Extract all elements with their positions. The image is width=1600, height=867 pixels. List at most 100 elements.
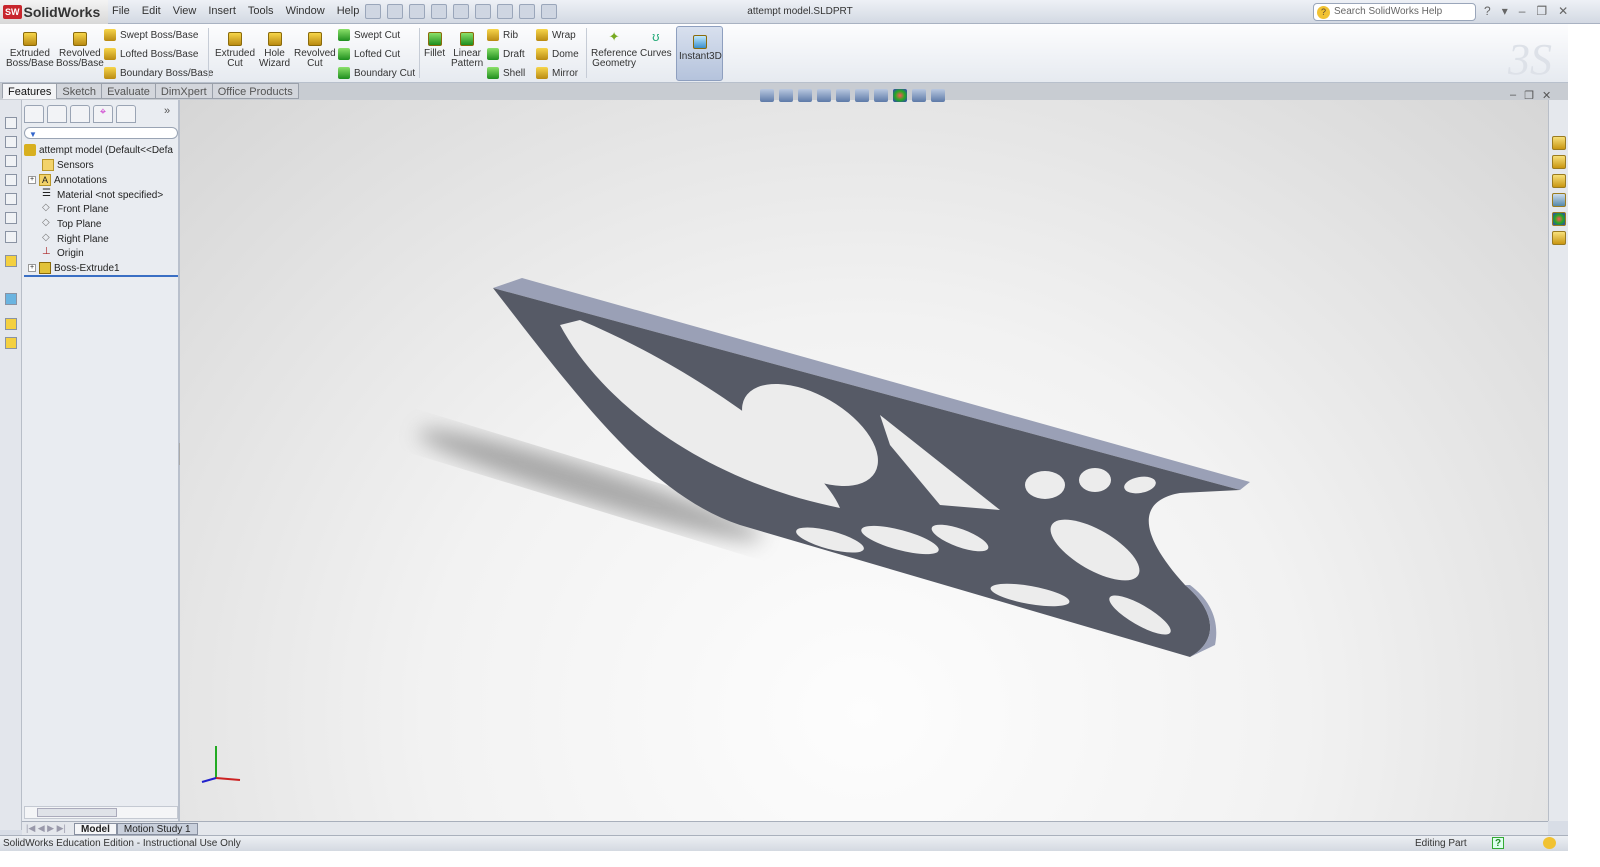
tab-motion-study-1[interactable]: Motion Study 1 <box>116 822 198 835</box>
file-properties-icon[interactable] <box>519 4 535 19</box>
zoom-to-area-icon[interactable] <box>779 89 793 102</box>
help-search-input[interactable]: ? Search SolidWorks Help <box>1313 3 1476 21</box>
display-manager-tab-icon[interactable] <box>116 105 136 123</box>
minimize-button[interactable]: – <box>1519 4 1526 18</box>
boundary-cut-button[interactable]: Boundary Cut <box>338 67 415 79</box>
menu-tools[interactable]: Tools <box>248 5 274 17</box>
boundary-boss-button[interactable]: Boundary Boss/Base <box>104 67 213 79</box>
view-palette-icon[interactable] <box>1552 193 1566 207</box>
view-left-icon[interactable] <box>5 155 17 167</box>
propertymanager-tab-icon[interactable] <box>47 105 67 123</box>
new-document-icon[interactable] <box>365 4 381 19</box>
tree-item-annotations[interactable]: + A Annotations <box>28 173 107 187</box>
close-button[interactable]: ✕ <box>1558 4 1568 18</box>
select-icon[interactable] <box>475 4 491 19</box>
help-dropdown[interactable]: ▾ <box>1502 4 1508 18</box>
revolved-boss-button[interactable]: Revolved Boss/Base <box>56 32 104 69</box>
file-explorer-icon[interactable] <box>1552 174 1566 188</box>
tab-features[interactable]: Features <box>2 83 58 99</box>
options-icon[interactable] <box>541 4 557 19</box>
fillet-button[interactable]: Fillet <box>424 32 445 59</box>
extruded-cut-button[interactable]: Extruded Cut <box>215 32 255 69</box>
print-icon[interactable] <box>431 4 447 19</box>
curves-button[interactable]: ʊ Curves <box>640 30 672 59</box>
viewport-minimize-button[interactable]: – <box>1510 89 1516 102</box>
rebuild-icon[interactable] <box>497 4 513 19</box>
feature-icon[interactable] <box>5 337 17 349</box>
apply-scene-icon[interactable] <box>912 89 926 102</box>
undo-icon[interactable] <box>453 4 469 19</box>
menu-edit[interactable]: Edit <box>142 5 161 17</box>
shell-button[interactable]: Shell <box>487 67 525 79</box>
mirror-button[interactable]: Mirror <box>536 67 578 79</box>
graphics-area[interactable] <box>180 100 1548 821</box>
solidworks-resources-icon[interactable] <box>1552 136 1566 150</box>
wrap-button[interactable]: Wrap <box>536 29 576 41</box>
menu-insert[interactable]: Insert <box>208 5 236 17</box>
swept-cut-button[interactable]: Swept Cut <box>338 29 400 41</box>
zoom-to-fit-icon[interactable] <box>760 89 774 102</box>
expand-icon[interactable]: » <box>164 105 170 123</box>
help-icon[interactable]: ? <box>1492 837 1504 849</box>
appearances-icon[interactable] <box>1552 212 1566 226</box>
menu-window[interactable]: Window <box>286 5 325 17</box>
tree-filter-input[interactable]: ▼ <box>24 127 178 139</box>
tree-item-front-plane[interactable]: ◇ Front Plane <box>42 202 109 216</box>
custom-properties-icon[interactable] <box>1552 231 1566 245</box>
restore-button[interactable]: ❐ <box>1536 4 1547 18</box>
linear-pattern-button[interactable]: Linear Pattern <box>451 32 483 69</box>
edit-appearance-icon[interactable] <box>893 89 907 102</box>
draft-button[interactable]: Draft <box>487 48 525 60</box>
view-back-icon[interactable] <box>5 136 17 148</box>
section-view-icon[interactable] <box>817 89 831 102</box>
configurationmanager-tab-icon[interactable] <box>70 105 90 123</box>
tag-icon[interactable] <box>1543 837 1556 849</box>
instant-icon[interactable] <box>5 293 17 305</box>
view-isometric-icon[interactable] <box>5 231 17 243</box>
design-library-icon[interactable] <box>1552 155 1566 169</box>
tree-item-top-plane[interactable]: ◇ Top Plane <box>42 217 101 231</box>
tab-dimxpert[interactable]: DimXpert <box>154 83 213 99</box>
tree-item-sensors[interactable]: Sensors <box>42 158 94 172</box>
view-bottom-icon[interactable] <box>5 212 17 224</box>
instant3d-button[interactable]: Instant3D <box>676 26 723 81</box>
tree-root[interactable]: attempt model (Default<<Defa <box>24 143 173 157</box>
rib-button[interactable]: Rib <box>487 29 518 41</box>
tab-model[interactable]: Model <box>74 822 117 835</box>
tab-office-products[interactable]: Office Products <box>211 83 299 99</box>
view-front-icon[interactable] <box>5 117 17 129</box>
tree-item-material[interactable]: ☰ Material <not specified> <box>42 188 163 202</box>
view-right-icon[interactable] <box>5 174 17 186</box>
menu-view[interactable]: View <box>173 5 197 17</box>
previous-view-icon[interactable] <box>798 89 812 102</box>
help-button[interactable]: ? <box>1484 4 1491 18</box>
view-top-icon[interactable] <box>5 193 17 205</box>
part-model[interactable] <box>180 100 1548 821</box>
menu-file[interactable]: File <box>112 5 130 17</box>
lofted-boss-button[interactable]: Lofted Boss/Base <box>104 48 198 60</box>
tab-scroll-arrows[interactable]: |◀ ◀ ▶ ▶| <box>22 823 74 834</box>
tree-item-boss-extrude1[interactable]: + Boss-Extrude1 <box>28 261 120 275</box>
display-style-icon[interactable] <box>855 89 869 102</box>
tree-item-right-plane[interactable]: ◇ Right Plane <box>42 232 109 246</box>
save-icon[interactable] <box>409 4 425 19</box>
tab-evaluate[interactable]: Evaluate <box>101 83 156 99</box>
reference-geometry-button[interactable]: ✦ Reference Geometry <box>591 30 637 69</box>
hole-wizard-button[interactable]: Hole Wizard <box>259 32 290 69</box>
menu-help[interactable]: Help <box>337 5 360 17</box>
open-icon[interactable] <box>387 4 403 19</box>
revolved-cut-button[interactable]: Revolved Cut <box>294 32 336 69</box>
dome-button[interactable]: Dome <box>536 48 579 60</box>
expand-icon[interactable]: + <box>28 264 36 272</box>
feature-icon[interactable] <box>5 318 17 330</box>
hide-show-items-icon[interactable] <box>874 89 888 102</box>
rollback-bar[interactable] <box>24 275 178 277</box>
sketch-icon[interactable] <box>5 255 17 267</box>
lofted-cut-button[interactable]: Lofted Cut <box>338 48 400 60</box>
solidworks-logo[interactable]: SW SolidWorks <box>0 0 108 24</box>
tree-horizontal-scrollbar[interactable] <box>24 806 178 819</box>
tab-sketch[interactable]: Sketch <box>56 83 103 99</box>
swept-boss-button[interactable]: Swept Boss/Base <box>104 29 198 41</box>
tree-item-origin[interactable]: ⊥ Origin <box>42 246 84 260</box>
expand-icon[interactable]: + <box>28 176 36 184</box>
